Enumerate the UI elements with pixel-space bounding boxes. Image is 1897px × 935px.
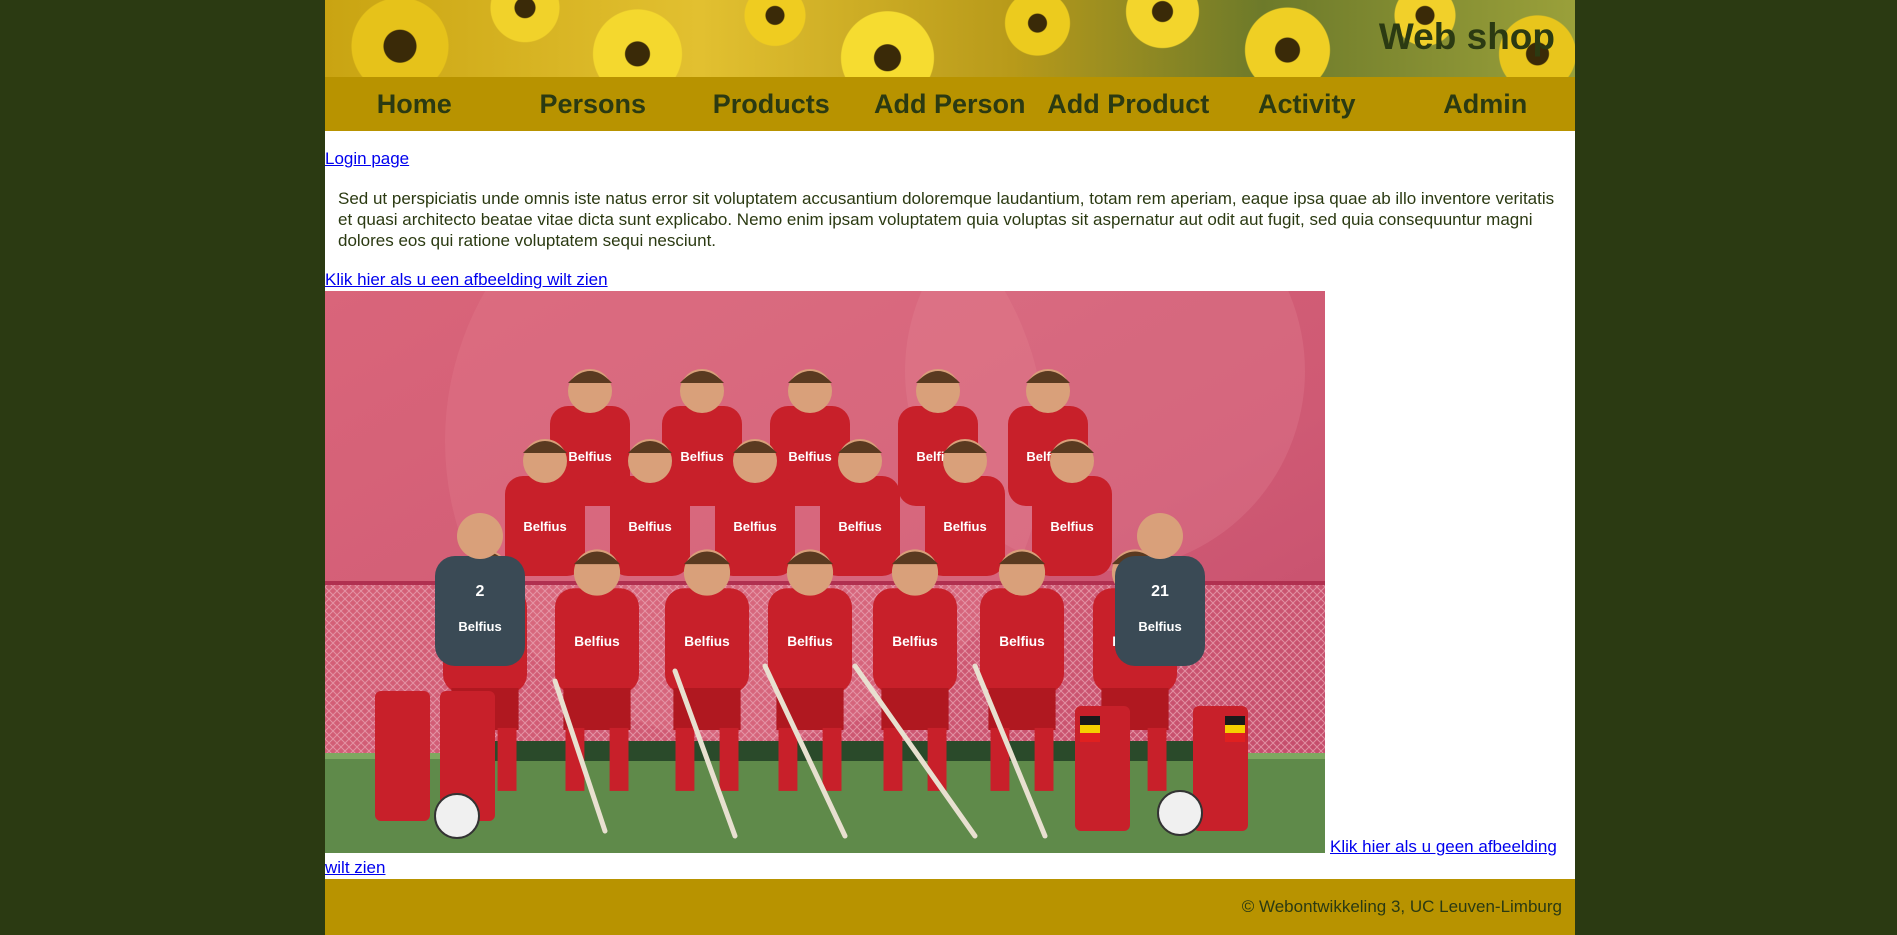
nav-item-activity[interactable]: Activity	[1218, 77, 1397, 131]
nav-item-add-product[interactable]: Add Product	[1039, 77, 1218, 131]
footer-copyright: © Webontwikkeling 3, UC Leuven-Limburg	[1241, 897, 1562, 916]
shirt-sponsor-text: Belfius	[458, 619, 501, 634]
intro-paragraph: Sed ut perspiciatis unde omnis iste natu…	[338, 189, 1555, 250]
team-photo: Belfius Belfius Belfius Belfius Belfius Belfi…	[325, 291, 1325, 853]
shirt-sponsor-text: Belfius	[788, 449, 831, 464]
main-nav: Home Persons Products Add Person Add Pro…	[325, 77, 1575, 131]
shirt-sponsor-text: Belfius	[1050, 519, 1093, 534]
nav-item-persons[interactable]: Persons	[504, 77, 683, 131]
show-image-link[interactable]: Klik hier als u een afbeelding wilt zien	[325, 270, 608, 290]
login-page-link[interactable]: Login page	[325, 149, 409, 169]
shirt-sponsor-text: Belfius	[628, 519, 671, 534]
keeper-number: 2	[476, 583, 485, 600]
shirt-sponsor-text: Belfius	[733, 519, 776, 534]
footer: © Webontwikkeling 3, UC Leuven-Limburg	[325, 879, 1575, 935]
shirt-sponsor-text: Belfius	[680, 449, 723, 464]
team-photo-illustration: Belfius Belfius Belfius Belfius Belfius Belfi…	[325, 291, 1325, 853]
nav-item-admin[interactable]: Admin	[1396, 77, 1575, 131]
shirt-sponsor-text: Belfius	[684, 634, 730, 649]
site-title: Web shop	[1378, 16, 1555, 57]
nav-item-products[interactable]: Products	[682, 77, 861, 131]
shirt-sponsor-text: Belfius	[943, 519, 986, 534]
hide-image-link[interactable]: Klik hier als u geen afbeelding	[1330, 837, 1557, 857]
shirt-sponsor-text: Belfius	[787, 634, 833, 649]
shirt-sponsor-text: Belfius	[892, 634, 938, 649]
shirt-sponsor-text: Belfius	[523, 519, 566, 534]
shirt-sponsor-text: Belfius	[568, 449, 611, 464]
hide-image-link-continued[interactable]: wilt zien	[325, 858, 385, 878]
shirt-sponsor-text: Belfius	[574, 634, 620, 649]
nav-item-home[interactable]: Home	[325, 77, 504, 131]
shirt-sponsor-text: Belfius	[999, 634, 1045, 649]
keeper-number: 21	[1151, 583, 1169, 600]
shirt-sponsor-text: Belfius	[838, 519, 881, 534]
header-banner: Web shop	[325, 0, 1575, 77]
shirt-sponsor-text: Belfius	[1138, 619, 1181, 634]
nav-item-add-person[interactable]: Add Person	[861, 77, 1040, 131]
page-container: Web shop Home Persons Products Add Perso…	[325, 0, 1575, 935]
